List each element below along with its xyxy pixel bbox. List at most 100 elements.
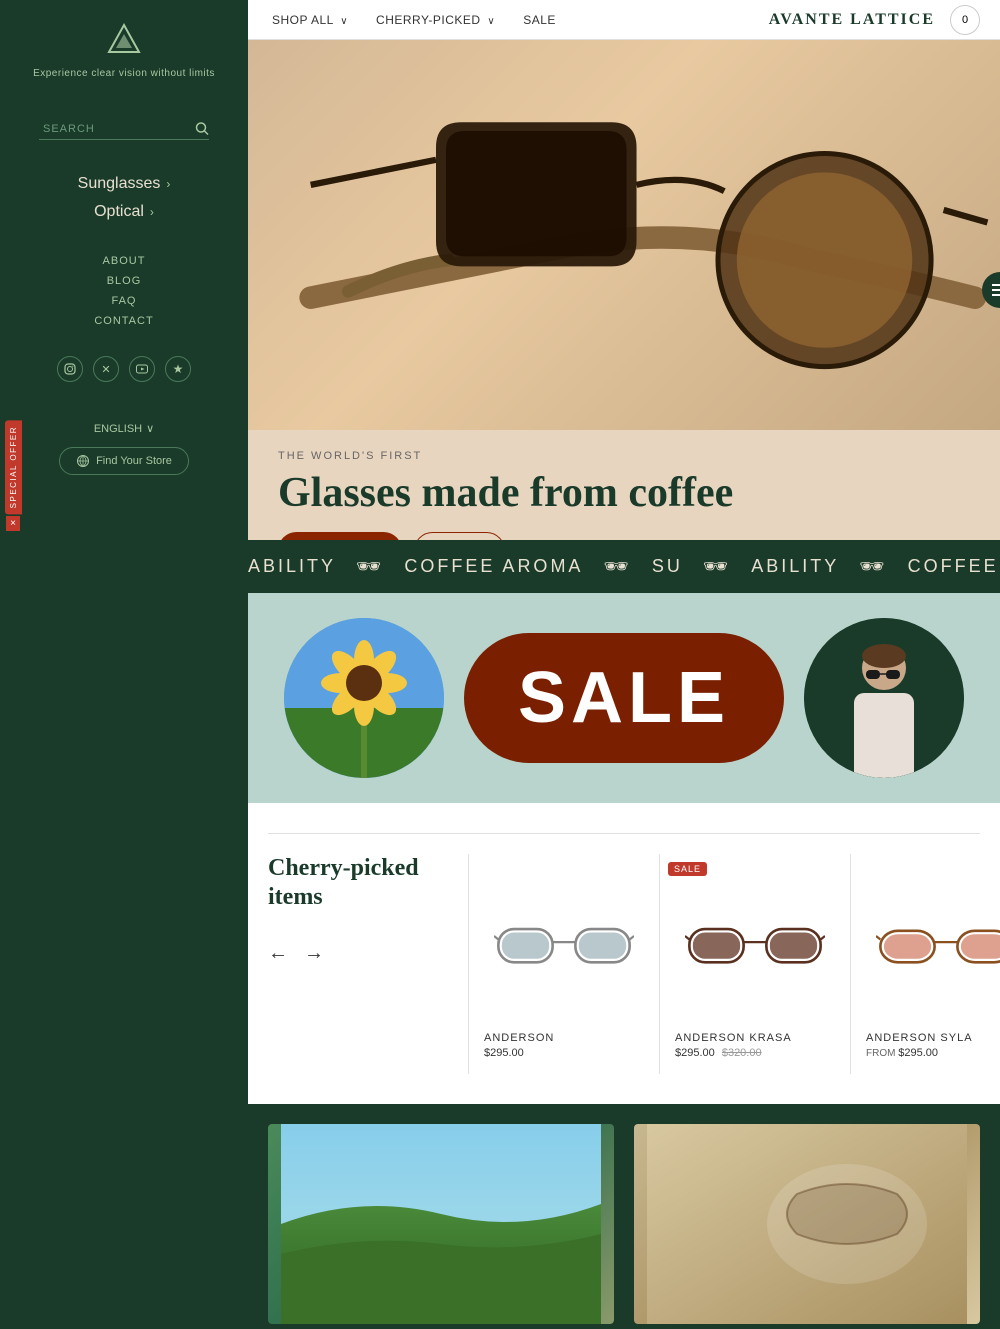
product-image-3 [866,869,1000,1024]
top-nav-links: SHOP ALL ∨ CHERRY-PICKED ∨ SALE [268,13,769,27]
chevron-right-icon: › [166,177,170,191]
category-optical-label: Optical [94,203,144,221]
hero-text-area: THE WORLD'S FIRST Glasses made from coff… [248,430,1000,540]
product-name-3: ANDERSON SYLA [866,1032,1000,1044]
marquee-item: SU [652,556,683,577]
product-card-3: ANDERSON SYLA FROM $295.00 [851,854,1000,1074]
product-price-2: $295.00 $320.00 [675,1047,835,1059]
find-out-more-button[interactable]: Find out more [278,532,402,540]
marquee-item: COFFEE AROMA [908,556,1000,577]
brand-logo-icon [104,20,144,60]
special-offer-close-button[interactable]: × [6,516,20,531]
instagram-svg [64,363,76,375]
sunflower-svg [284,618,444,778]
view-all-button[interactable]: View all [414,532,505,540]
youtube-svg [136,363,148,375]
chevron-right-icon: › [150,205,154,219]
product-glasses-svg-1 [494,919,634,974]
product-price-current: $295.00 [675,1047,715,1059]
landscape-image [268,1124,614,1324]
product-detail-svg [634,1124,980,1324]
product-name-1: ANDERSON [484,1032,644,1044]
glasses-icon: 🕶 [859,554,887,579]
top-nav: SHOP ALL ∨ CHERRY-PICKED ∨ SALE AVANTE L… [248,0,1000,40]
cherry-picked-label: CHERRY-PICKED [376,13,481,27]
product-image-1 [484,869,644,1024]
cart-count: 0 [962,14,968,26]
nav-about[interactable]: ABOUT [94,251,153,271]
nav-faq[interactable]: FAQ [94,291,153,311]
instagram-icon[interactable] [57,356,83,382]
chevron-down-icon: ∨ [340,16,348,27]
sidebar: Experience clear vision without limits S… [0,0,248,1248]
category-sunglasses-label: Sunglasses [78,175,161,193]
search-button[interactable] [195,121,209,138]
product-name-2: ANDERSON KRASA [675,1032,835,1044]
product-price-old: $320.00 [722,1047,762,1059]
x-icon[interactable]: ✕ [93,356,119,382]
search-input[interactable] [39,119,209,140]
section-title-area: Cherry-pickeditems ← → [268,854,448,965]
marquee-content: ABILITY 🕶 COFFEE AROMA 🕶 SU 🕶 ABILITY 🕶 … [248,554,1000,579]
special-offer-label: SPECIAL OFFER [5,420,22,514]
x-label: ✕ [101,363,110,376]
main-content: SHOP ALL ∨ CHERRY-PICKED ∨ SALE AVANTE L… [248,0,1000,1324]
next-arrow-button[interactable]: → [304,942,324,965]
nav-contact[interactable]: CONTACT [94,311,153,331]
section-title: Cherry-pickeditems [268,854,448,912]
sale-pill: SALE [464,633,784,763]
product-glasses-svg-3 [876,919,1000,974]
language-label: ENGLISH [94,423,142,435]
person-circle [804,618,964,778]
product-card-1: ANDERSON $295.00 [469,854,660,1074]
product-card-2: SALE ANDERSON KRASA [660,854,851,1074]
special-offer-tab[interactable]: SPECIAL OFFER × [0,420,26,531]
social-icons: ✕ ★ [57,356,191,382]
find-store-label: Find Your Store [96,455,172,467]
section-nav-arrows: ← → [268,942,448,965]
product-price-value: $295.00 [898,1047,938,1059]
logo-area: Experience clear vision without limits [33,20,215,79]
hamburger-icon [992,283,1000,297]
cart-button[interactable]: 0 [950,5,980,35]
category-sunglasses[interactable]: Sunglasses › [0,170,248,198]
sale-banner: SALE [248,593,1000,803]
cherry-picked-section: Cherry-pickeditems ← → [248,803,1000,1104]
search-container [39,119,209,140]
language-selector[interactable]: ENGLISH ∨ [94,422,154,435]
youtube-icon[interactable] [129,356,155,382]
prev-arrow-button[interactable]: ← [268,942,288,965]
sale-text: SALE [518,657,730,739]
sunflower-circle [284,618,444,778]
glasses-icon: 🕶 [603,554,631,579]
nav-blog[interactable]: BLOG [94,271,153,291]
glasses-icon: 🕶 [356,554,384,579]
product-glasses-svg-2 [685,919,825,974]
nav-links: ABOUT BLOG FAQ CONTACT [94,251,153,331]
bottom-sections [248,1124,1000,1324]
globe-icon [76,454,90,468]
category-optical[interactable]: Optical › [0,198,248,226]
nav-sale[interactable]: SALE [519,13,560,27]
side-menu-button[interactable] [982,272,1000,308]
hero-image [248,40,1000,430]
find-store-button[interactable]: Find Your Store [59,447,189,475]
marquee-item: ABILITY [751,556,839,577]
nav-shop-all[interactable]: SHOP ALL ∨ [268,13,352,27]
hero-section: THE WORLD'S FIRST Glasses made from coff… [248,40,1000,540]
product-image-2 [675,869,835,1024]
glasses-icon: 🕶 [703,554,731,579]
hero-subtitle: THE WORLD'S FIRST [278,450,970,462]
star-icon[interactable]: ★ [165,356,191,382]
category-nav: Sunglasses › Optical › [0,170,248,226]
nav-cherry-picked[interactable]: CHERRY-PICKED ∨ [372,13,499,27]
hero-title: Glasses made from coffee [278,470,970,516]
sale-badge: SALE [668,862,707,876]
shop-all-label: SHOP ALL [272,13,333,27]
product-price-1: $295.00 [484,1047,644,1059]
marquee-banner: ABILITY 🕶 COFFEE AROMA 🕶 SU 🕶 ABILITY 🕶 … [248,540,1000,593]
hero-buttons: Find out more View all [278,532,970,540]
brand-tagline: Experience clear vision without limits [33,68,215,79]
brand-name: AVANTE LATTICE [769,11,935,29]
person-svg [804,618,964,778]
